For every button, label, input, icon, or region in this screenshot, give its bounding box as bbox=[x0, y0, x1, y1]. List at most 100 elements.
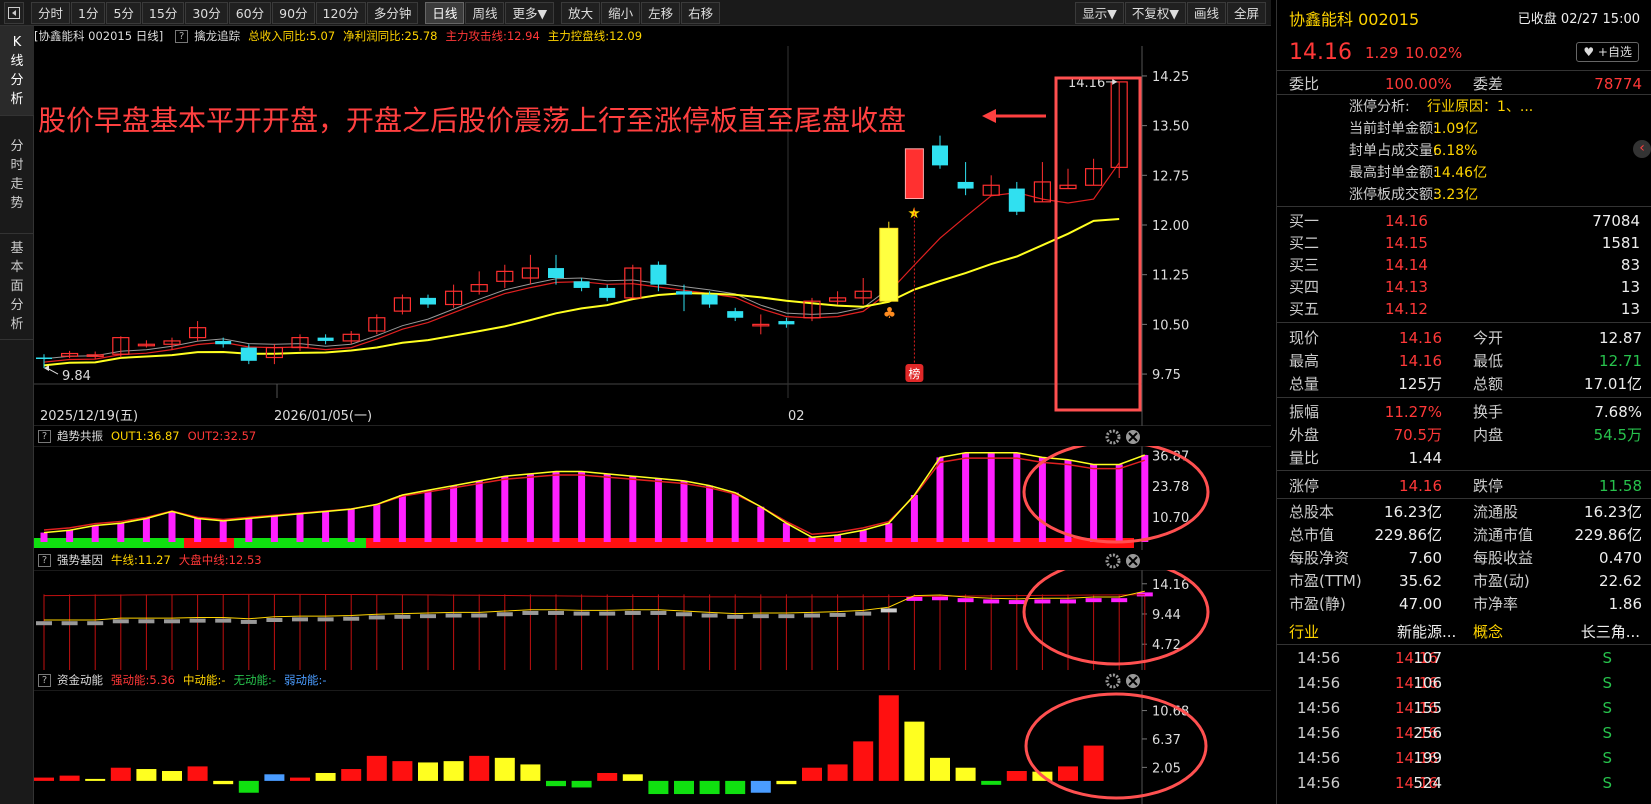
quote-text: 市盈(TTM) bbox=[1289, 572, 1362, 590]
quote-text: 1.86 bbox=[1608, 595, 1642, 613]
quote-text: 1.09亿 bbox=[1433, 121, 1479, 137]
nav-tab-0[interactable]: K线分析 bbox=[0, 26, 34, 116]
quote-text: 今开 bbox=[1473, 329, 1504, 347]
bid-row: 买三 14.14 83 bbox=[1277, 254, 1651, 276]
fund-bar bbox=[878, 695, 899, 781]
fund-bar bbox=[136, 769, 157, 781]
toolbar-right-button-0[interactable]: 显示▼ bbox=[1075, 1, 1124, 24]
candle-body bbox=[701, 294, 718, 305]
trend-panel-chart[interactable]: 36.8723.7810.70 bbox=[34, 446, 1271, 550]
price-tick-label: 11.25 bbox=[1152, 269, 1189, 284]
toolbar-button-10[interactable]: 周线 bbox=[465, 1, 505, 24]
gene-marker bbox=[548, 610, 564, 615]
trend-bar bbox=[987, 452, 995, 542]
gene-marker bbox=[36, 621, 52, 626]
fund-bar bbox=[1058, 766, 1078, 781]
quote-text: 106 bbox=[1413, 674, 1442, 692]
fund-bar bbox=[648, 780, 669, 795]
add-watchlist-button[interactable]: ♥ +自选 bbox=[1576, 42, 1639, 62]
toolbar-button-12[interactable]: 放大 bbox=[561, 1, 601, 24]
fund-bar bbox=[494, 757, 515, 781]
toolbar-button-14[interactable]: 左移 bbox=[641, 1, 681, 24]
help-icon[interactable]: ? bbox=[38, 553, 51, 567]
candle-body bbox=[1008, 188, 1025, 212]
trend-bar bbox=[40, 532, 48, 542]
candlestick-chart[interactable]: 14.2513.5012.7512.0011.2510.509.75♣★榜14.… bbox=[34, 46, 1271, 426]
nav-tab-1[interactable]: 分时走势 bbox=[0, 116, 34, 234]
trend-bar bbox=[859, 530, 867, 542]
quote-row: 振幅 11.27% 换手 7.68% bbox=[1277, 400, 1651, 424]
date-label: 2025/12/19(五) bbox=[40, 409, 138, 424]
gene-marker bbox=[932, 596, 948, 601]
trend-bar bbox=[782, 523, 790, 542]
panel-tick-label: 6.37 bbox=[1152, 733, 1181, 748]
gene-marker bbox=[1111, 598, 1128, 603]
help-icon[interactable]: ? bbox=[38, 673, 51, 687]
quote-text: 14.46亿 bbox=[1433, 165, 1488, 181]
candle-body bbox=[778, 321, 795, 325]
quote-row: 外盘 70.5万 内盘 54.5万 bbox=[1277, 423, 1651, 447]
gene-marker bbox=[983, 599, 1000, 604]
collapse-icon[interactable]: ‹ bbox=[1633, 140, 1651, 158]
panel-toggle-icon[interactable] bbox=[4, 1, 24, 24]
toolbar-button-9[interactable]: 日线 bbox=[425, 1, 465, 24]
toolbar-button-15[interactable]: 右移 bbox=[681, 1, 721, 24]
tick-row: 14:56 14.16 155 S bbox=[1277, 696, 1651, 720]
candle-body bbox=[36, 357, 52, 359]
panel-tick-label: 2.05 bbox=[1152, 761, 1181, 776]
toolbar-button-7[interactable]: 120分 bbox=[315, 1, 366, 24]
gene-marker bbox=[343, 616, 360, 621]
toolbar-button-11[interactable]: 更多▼ bbox=[505, 1, 555, 24]
quote-text: 125万 bbox=[1398, 375, 1442, 393]
toolbar-button-5[interactable]: 60分 bbox=[228, 1, 272, 24]
candle-body bbox=[573, 281, 590, 288]
trend-bar bbox=[296, 513, 304, 542]
toolbar-button-2[interactable]: 5分 bbox=[106, 1, 141, 24]
fund-bar bbox=[904, 721, 925, 781]
toolbar-button-4[interactable]: 30分 bbox=[185, 1, 228, 24]
gene-marker bbox=[599, 611, 616, 616]
stock-title: [协鑫能科 002015 日线] bbox=[34, 29, 164, 43]
toolbar-button-3[interactable]: 15分 bbox=[141, 1, 185, 24]
fund-bar bbox=[162, 771, 182, 781]
left-nav: K线分析分时走势基本面分析 bbox=[0, 26, 34, 804]
gear-icon[interactable] bbox=[1105, 673, 1121, 689]
trend-bar bbox=[450, 485, 458, 542]
gene-marker bbox=[650, 610, 667, 615]
toolbar-button-1[interactable]: 1分 bbox=[71, 1, 106, 24]
high-price-arrow bbox=[1112, 78, 1118, 85]
gene-marker bbox=[522, 610, 539, 615]
toolbar-button-6[interactable]: 90分 bbox=[272, 1, 315, 24]
quote-text: S bbox=[1602, 649, 1612, 667]
quote-text: 长三角... bbox=[1580, 623, 1640, 641]
help-icon[interactable]: ? bbox=[38, 429, 51, 443]
toolbar-button-13[interactable]: 缩小 bbox=[601, 1, 641, 24]
quote-text: 14:56 bbox=[1297, 674, 1341, 692]
quote-text: 概念 bbox=[1473, 623, 1504, 641]
panel-title-bar: ? 资金动能 强动能:5.36 中动能:- 无动能:- 弱动能:- bbox=[34, 670, 335, 690]
quote-text: 256 bbox=[1413, 724, 1442, 742]
toolbar-right-button-2[interactable]: 画线 bbox=[1186, 1, 1226, 24]
gear-icon[interactable] bbox=[1105, 553, 1121, 569]
nav-tab-char: 分 bbox=[10, 138, 24, 154]
toolbar-right-button-3[interactable]: 全屏 bbox=[1226, 1, 1266, 24]
quote-text: 1.44 bbox=[1408, 449, 1442, 467]
quote-text: 14.15 bbox=[1385, 234, 1428, 252]
help-icon[interactable]: ? bbox=[175, 29, 189, 43]
limit-analysis-row: 最高封单金额: 14.46亿 bbox=[1277, 162, 1651, 184]
nav-tab-2[interactable]: 基本面分析 bbox=[0, 234, 34, 340]
quote-text: 70.5万 bbox=[1393, 426, 1442, 444]
fund-bar bbox=[34, 777, 54, 781]
gene-panel-chart[interactable]: 14.169.444.72 bbox=[34, 570, 1271, 670]
gear-icon[interactable] bbox=[1105, 429, 1121, 445]
panel-controls bbox=[1105, 553, 1140, 569]
quote-text: S bbox=[1602, 674, 1612, 692]
trend-bar bbox=[910, 495, 918, 542]
toolbar-right-button-1[interactable]: 不复权▼ bbox=[1124, 1, 1186, 24]
fund-panel-chart[interactable]: 10.686.372.05 bbox=[34, 690, 1271, 804]
trend-bar bbox=[347, 509, 355, 542]
fund-bar bbox=[392, 761, 413, 781]
toolbar-button-0[interactable]: 分时 bbox=[31, 1, 71, 24]
toolbar-button-8[interactable]: 多分钟 bbox=[366, 1, 419, 24]
quote-panel: 协鑫能科 002015 已收盘 02/27 15:00 14.16 1.29 10.02… bbox=[1276, 0, 1651, 804]
